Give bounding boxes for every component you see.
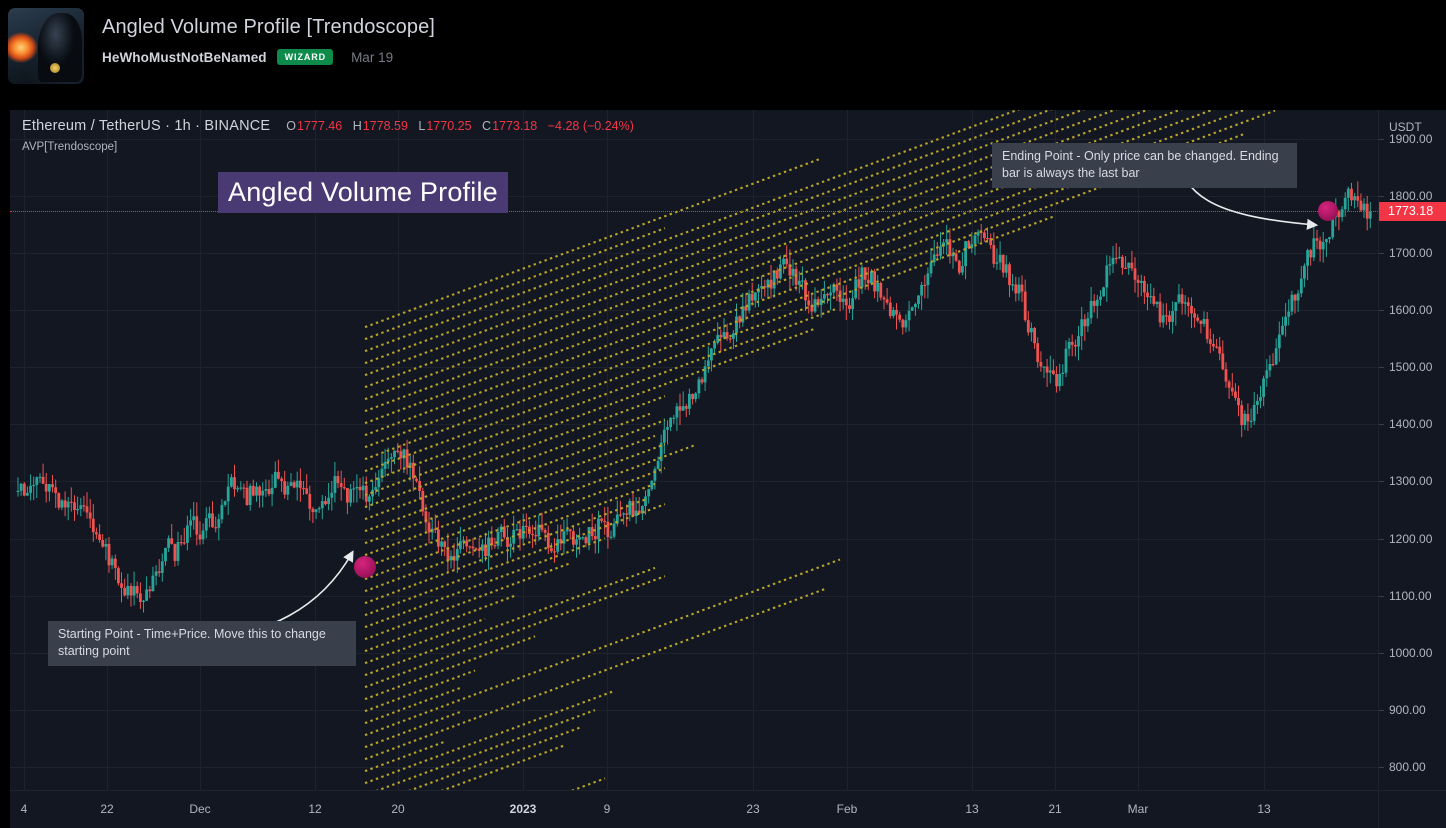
time-axis-tick: 12	[308, 802, 322, 816]
price-axis-tick: 1500.00	[1379, 360, 1432, 374]
time-axis-tick: 2023	[509, 802, 537, 816]
current-price-tag: 1773.18	[1379, 202, 1446, 221]
status-badge: WIZARD	[276, 49, 334, 65]
price-axis-tick: 1900.00	[1379, 132, 1432, 146]
price-axis-tick: 1700.00	[1379, 246, 1432, 260]
time-axis-tick: Mar	[1127, 802, 1149, 816]
header-text-block: Angled Volume Profile [Trendoscope] HeWh…	[102, 8, 435, 65]
time-axis-tick: 13	[1257, 802, 1271, 816]
starting-point-tooltip: Starting Point - Time+Price. Move this t…	[48, 621, 356, 666]
time-axis-tick: 13	[965, 802, 979, 816]
time-axis-divider	[1378, 791, 1379, 828]
screenshot-root: Angled Volume Profile [Trendoscope] HeWh…	[0, 0, 1446, 828]
time-axis-tick: 4	[20, 802, 28, 816]
time-axis-tick: 9	[603, 802, 611, 816]
time-axis-tick: 22	[100, 802, 114, 816]
avatar-amulet	[49, 62, 60, 73]
price-axis-tick: 800.00	[1379, 760, 1426, 774]
price-axis-tick: 1800.00	[1379, 189, 1432, 203]
price-axis-tick: 1100.00	[1379, 589, 1432, 603]
avatar-figure	[38, 12, 83, 83]
price-axis[interactable]: USDT 1900.00 1800.00 1700.00 1600.00 1500.00…	[1378, 110, 1446, 828]
time-axis-tick: 20	[391, 802, 405, 816]
chart-pane[interactable]: Angled Volume Profile Ethereum / TetherU…	[10, 110, 1378, 790]
script-header: Angled Volume Profile [Trendoscope] HeWh…	[0, 0, 1446, 100]
price-axis-tick: 1200.00	[1379, 532, 1432, 546]
time-axis[interactable]: 4 22 Dec 12 20 2023 9 23 Feb 13 21 Mar 13	[10, 790, 1446, 828]
price-axis-tick: 1400.00	[1379, 417, 1432, 431]
author-meta-row: HeWhoMustNotBeNamed WIZARD Mar 19	[102, 49, 435, 65]
page-title: Angled Volume Profile [Trendoscope]	[102, 16, 435, 38]
ending-point-tooltip: Ending Point - Only price can be changed…	[992, 143, 1297, 188]
time-axis-tick: 21	[1048, 802, 1062, 816]
author-name[interactable]: HeWhoMustNotBeNamed	[102, 50, 267, 65]
wizard-avatar-icon	[8, 8, 84, 84]
price-axis-tick: 1600.00	[1379, 303, 1432, 317]
price-axis-tick: 1000.00	[1379, 646, 1432, 660]
chart-widget[interactable]: Angled Volume Profile Ethereum / TetherU…	[10, 110, 1446, 828]
time-axis-tick: 23	[746, 802, 760, 816]
time-axis-tick: Dec	[189, 802, 211, 816]
annotation-arrows	[209, 154, 1319, 639]
time-axis-tick: Feb	[836, 802, 858, 816]
price-axis-tick: 900.00	[1379, 703, 1426, 717]
price-axis-tick: 1300.00	[1379, 474, 1432, 488]
publish-date: Mar 19	[351, 49, 394, 65]
